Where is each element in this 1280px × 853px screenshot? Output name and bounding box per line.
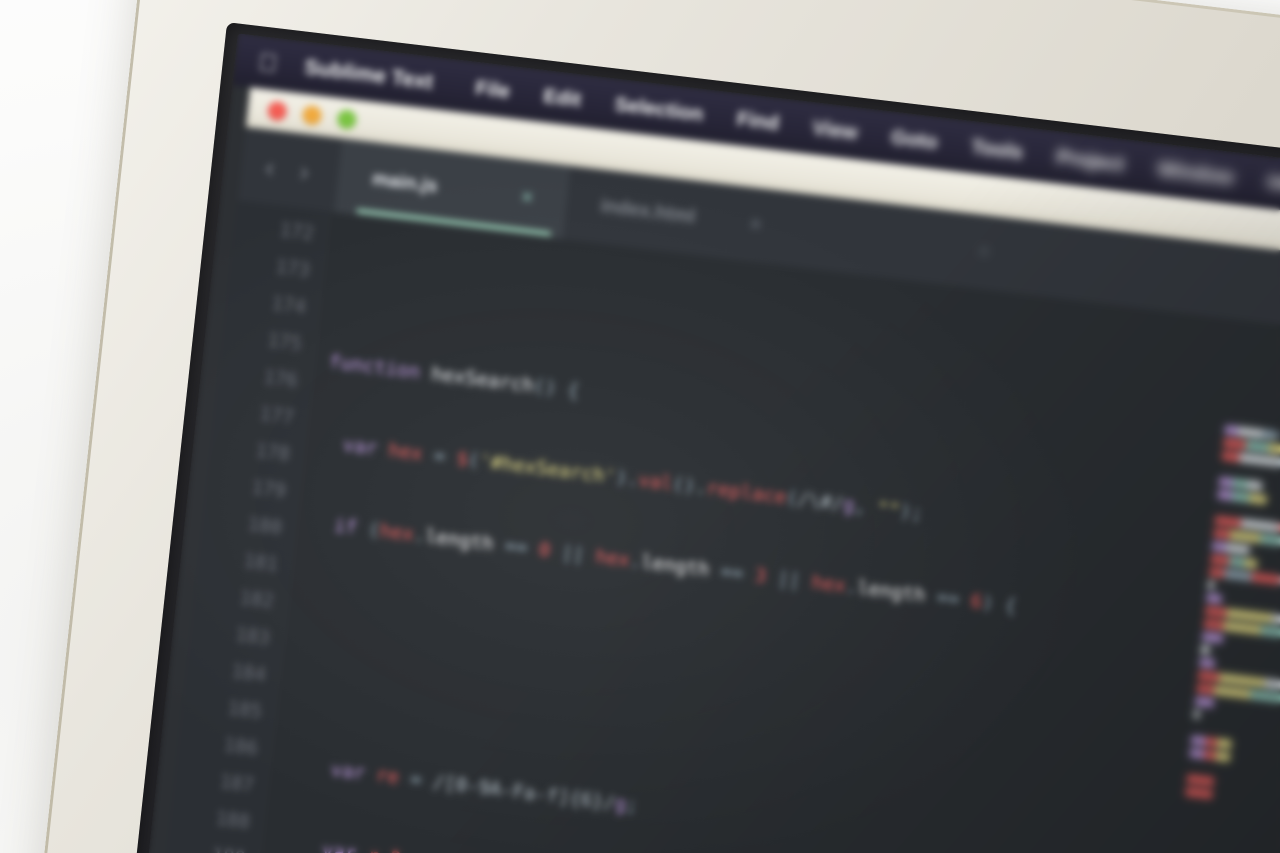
photo-stage:  Sublime Text File Edit Selection Find … [0, 0, 1280, 853]
menu-item-view[interactable]: View [794, 115, 875, 147]
apple-logo-icon[interactable]:  [256, 48, 281, 78]
menu-item-tools[interactable]: Tools [953, 134, 1041, 167]
menu-item-edit[interactable]: Edit [525, 83, 599, 114]
chevron-right-icon[interactable]: › [299, 156, 311, 187]
close-window-button[interactable] [266, 100, 288, 122]
minimize-window-button[interactable] [301, 104, 323, 126]
tab-label: index.html [599, 195, 697, 228]
tab-close-icon[interactable]: × [708, 208, 763, 238]
menu-item-help[interactable]: Help [1249, 169, 1280, 201]
macbook-laptop:  Sublime Text File Edit Selection Find … [29, 0, 1280, 853]
tab-label: main.js [371, 168, 439, 198]
code-text-area[interactable]: function hexSearch() { var hex = $('#hex… [241, 212, 1280, 853]
tab-close-icon[interactable]: × [480, 180, 535, 210]
tab-close-icon[interactable]: × [937, 235, 992, 265]
menu-item-goto[interactable]: Goto [873, 124, 956, 156]
menu-item-file[interactable]: File [457, 75, 527, 106]
menu-item-find[interactable]: Find [719, 106, 797, 138]
sublime-text-window: ‹ › main.js × index.html × × 172 173 174… [149, 127, 1280, 853]
tab-nav-arrows: ‹ › [240, 151, 339, 188]
chevron-left-icon[interactable]: ‹ [264, 152, 276, 183]
laptop-screen:  Sublime Text File Edit Selection Find … [131, 33, 1280, 853]
menu-item-sublime-text[interactable]: Sublime Text [303, 56, 460, 98]
zoom-window-button[interactable] [336, 108, 358, 130]
menu-item-window[interactable]: Window [1140, 156, 1252, 192]
menu-item-selection[interactable]: Selection [597, 91, 722, 128]
menu-item-project[interactable]: Project [1038, 144, 1142, 179]
